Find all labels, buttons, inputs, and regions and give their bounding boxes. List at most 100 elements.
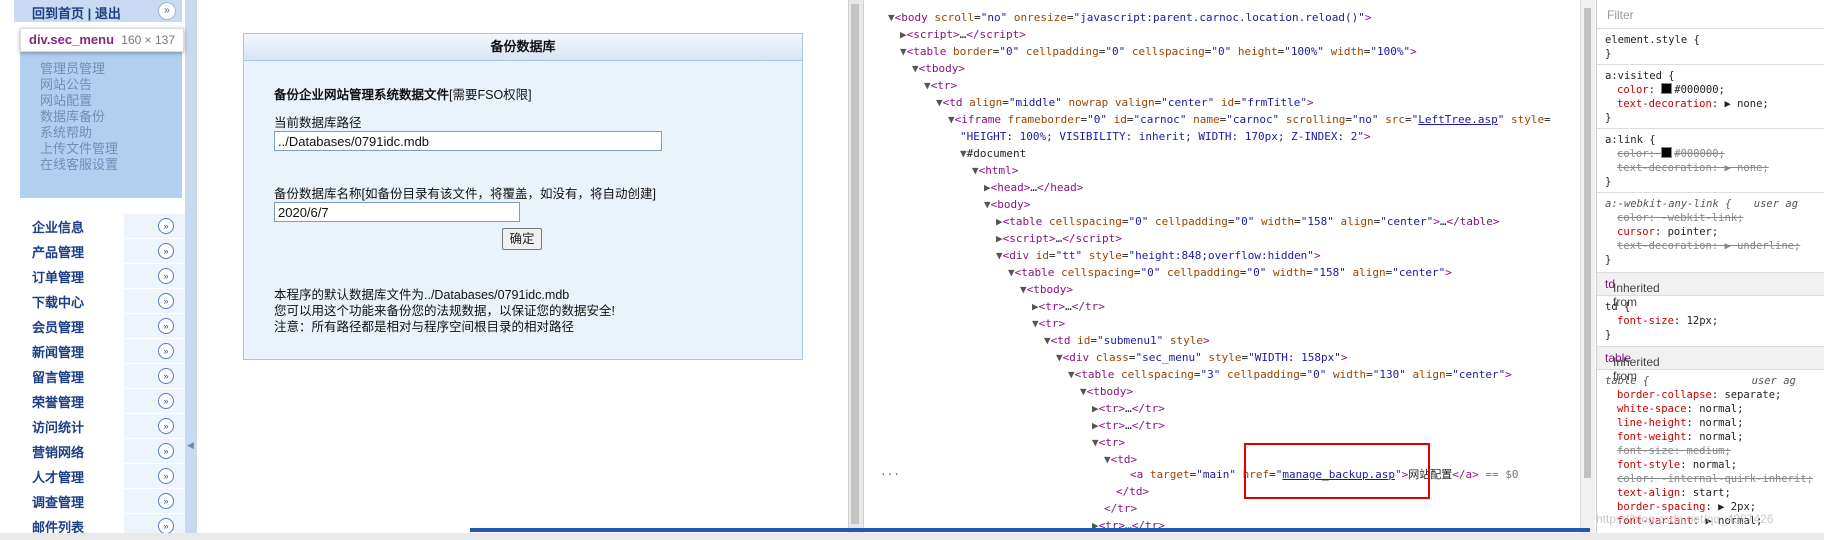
expand-icon[interactable]: »: [158, 393, 174, 409]
decl-font-weight[interactable]: font-weight: normal;: [1617, 430, 1743, 444]
decl-white-space[interactable]: white-space: normal;: [1617, 402, 1743, 416]
expand-icon[interactable]: »: [158, 268, 174, 284]
decl-color[interactable]: color: #000000;: [1617, 83, 1725, 97]
dom-line[interactable]: ▼<html>: [972, 163, 1018, 179]
rule-a-link[interactable]: a:link {: [1605, 133, 1656, 147]
menu-item-members[interactable]: 会员管理 »: [20, 314, 202, 338]
dom-line[interactable]: "HEIGHT: 100%; VISIBILITY: inherit; WIDT…: [960, 129, 1371, 145]
collapse-arrow-icon[interactable]: ◀: [187, 440, 194, 451]
dom-line[interactable]: ▼<td id="submenu1" style>: [1044, 333, 1210, 349]
dom-line[interactable]: ▶<script>…</script>: [900, 27, 1026, 43]
menu-item-network[interactable]: 营销网络 »: [20, 439, 202, 463]
rule-table[interactable]: table { user ag: [1605, 374, 1796, 388]
bottom-strip: [0, 533, 1824, 540]
decl-color-internal[interactable]: color: -internal-quirk-inherit;: [1617, 472, 1813, 486]
expand-icon[interactable]: »: [158, 368, 174, 384]
dom-line[interactable]: </tr>: [1104, 501, 1137, 517]
decl-font-size-struck[interactable]: font-size: medium;: [1617, 444, 1731, 458]
scrollbar-thumb[interactable]: [1584, 8, 1591, 478]
rule-close: }: [1605, 176, 1612, 188]
decl-text-decoration[interactable]: text-decoration: ▶ none;: [1617, 97, 1769, 111]
rule-close: }: [1605, 254, 1612, 266]
inspector-tooltip: div.sec_menu 160 × 137: [20, 28, 184, 52]
dom-line[interactable]: ▼<tbody>: [912, 61, 965, 77]
dom-line[interactable]: ▼<tr>: [924, 78, 957, 94]
dom-line[interactable]: ▼<td align="middle" nowrap valign="cente…: [936, 95, 1314, 111]
rule-a-visited[interactable]: a:visited {: [1605, 69, 1675, 83]
expand-icon[interactable]: »: [158, 218, 174, 234]
decl-ua-text-decoration[interactable]: text-decoration: ▶ underline;: [1617, 239, 1800, 253]
db-path-input[interactable]: ../Databases/0791idc.mdb: [274, 131, 662, 151]
expand-icon[interactable]: »: [158, 243, 174, 259]
expand-icon[interactable]: »: [158, 418, 174, 434]
dom-line[interactable]: ▶<tr>…</tr>: [1092, 401, 1165, 417]
dom-line[interactable]: ▶<tr>…</tr>: [1032, 299, 1105, 315]
node-menu-dots[interactable]: ···: [880, 467, 900, 483]
dom-line[interactable]: ▼<body>: [984, 197, 1030, 213]
menu-item-products[interactable]: 产品管理 »: [20, 239, 202, 263]
dom-line[interactable]: ▼<tbody>: [1020, 282, 1073, 298]
menu-item-honors[interactable]: 荣誉管理 »: [20, 389, 202, 413]
menu-item-news[interactable]: 新闻管理 »: [20, 339, 202, 363]
decl-font-style[interactable]: font-style: normal;: [1617, 458, 1737, 472]
dom-line[interactable]: ▼<table cellspacing="3" cellpadding="0" …: [1068, 367, 1512, 383]
expand-icon[interactable]: »: [158, 343, 174, 359]
confirm-button[interactable]: 确定: [502, 228, 542, 250]
decl-line-height[interactable]: line-height: normal;: [1617, 416, 1743, 430]
bottom-accent-bar: [470, 528, 1590, 532]
expand-icon[interactable]: »: [158, 318, 174, 334]
decl-font-size[interactable]: font-size: 12px;: [1617, 314, 1718, 328]
dom-line[interactable]: ▼<div id="tt" style="height:848;overflow…: [996, 248, 1321, 264]
dom-line[interactable]: ▼<table cellspacing="0" cellpadding="0" …: [1008, 265, 1452, 281]
decl-cursor[interactable]: cursor: pointer;: [1617, 225, 1718, 239]
menu-item-company[interactable]: 企业信息 »: [20, 214, 202, 238]
dom-line[interactable]: ▶<tr>…</tr>: [1092, 418, 1165, 434]
decl-text-decoration-struck[interactable]: text-decoration: ▶ none;: [1617, 161, 1769, 175]
home-logout-link[interactable]: 回到首页 | 退出: [32, 3, 121, 22]
devtools-scrollbar[interactable]: [1580, 0, 1595, 540]
dom-line[interactable]: ▼<div class="sec_menu" style="WIDTH: 158…: [1056, 350, 1347, 366]
dom-line[interactable]: ▼<td>: [1104, 452, 1137, 468]
dom-line[interactable]: ▶<script>…</script>: [996, 231, 1122, 247]
tooltip-tag: div.sec_menu: [29, 32, 115, 47]
dom-line[interactable]: ▼<iframe frameborder="0" id="carnoc" nam…: [948, 112, 1551, 128]
styles-filter[interactable]: Filter: [1597, 0, 1824, 29]
dom-line[interactable]: ▶<head>…</head>: [984, 180, 1083, 196]
expand-icon[interactable]: »: [158, 518, 174, 534]
rule-element-style[interactable]: element.style {: [1605, 33, 1700, 47]
decl-text-align[interactable]: text-align: start;: [1617, 486, 1731, 500]
menu-item-orders[interactable]: 订单管理 »: [20, 264, 202, 288]
decl-color-struck[interactable]: color: #000000;: [1617, 147, 1725, 161]
rule-webkit-any-link[interactable]: a:-webkit-any-link { user ag: [1605, 197, 1798, 211]
backup-name-input[interactable]: 2020/6/7: [274, 202, 520, 222]
dom-line[interactable]: ▼<tr>: [1032, 316, 1065, 332]
decl-border-collapse[interactable]: border-collapse: separate;: [1617, 388, 1781, 402]
expand-icon[interactable]: »: [158, 493, 174, 509]
dom-line[interactable]: ▼#document: [960, 146, 1026, 162]
expand-icon[interactable]: »: [158, 468, 174, 484]
scrollbar-thumb[interactable]: [851, 4, 859, 524]
dom-line[interactable]: ▼<tr>: [1092, 435, 1125, 451]
menu-item-downloads[interactable]: 下载中心 »: [20, 289, 202, 313]
page-scrollbar[interactable]: [848, 0, 864, 540]
menu-item-survey[interactable]: 调查管理 »: [20, 489, 202, 513]
dom-line[interactable]: ▼<tbody>: [1080, 384, 1133, 400]
dom-line[interactable]: </td>: [1116, 484, 1149, 500]
menu-label: 企业信息: [32, 220, 85, 235]
frame-splitter[interactable]: ◀: [185, 0, 197, 540]
dom-line[interactable]: ▼<body scroll="no" onresize="javascript:…: [888, 10, 1372, 26]
rule-td[interactable]: td {: [1605, 300, 1630, 314]
tooltip-dims: 160 × 137: [121, 33, 175, 47]
collapse-icon[interactable]: »: [158, 2, 176, 20]
menu-item-stats[interactable]: 访问统计 »: [20, 414, 202, 438]
expand-icon[interactable]: »: [158, 443, 174, 459]
dom-line[interactable]: ▶<table cellspacing="0" cellpadding="0" …: [996, 214, 1499, 230]
panel-heading-text: 备份企业网站管理系统数据文件: [274, 88, 450, 102]
decl-ua-color[interactable]: color: -webkit-link;: [1617, 211, 1743, 225]
expand-icon[interactable]: »: [158, 293, 174, 309]
menu-item-hr[interactable]: 人才管理 »: [20, 464, 202, 488]
dom-line[interactable]: ▼<table border="0" cellpadding="0" cells…: [900, 44, 1417, 60]
left-nav: 回到首页 | 退出 » 管理员管理 网站公告 网站配置 数据库备份 系统帮助 上…: [0, 0, 202, 540]
menu-item-messages[interactable]: 留言管理 »: [20, 364, 202, 388]
submenu-item-service[interactable]: 在线客服设置: [40, 154, 118, 173]
